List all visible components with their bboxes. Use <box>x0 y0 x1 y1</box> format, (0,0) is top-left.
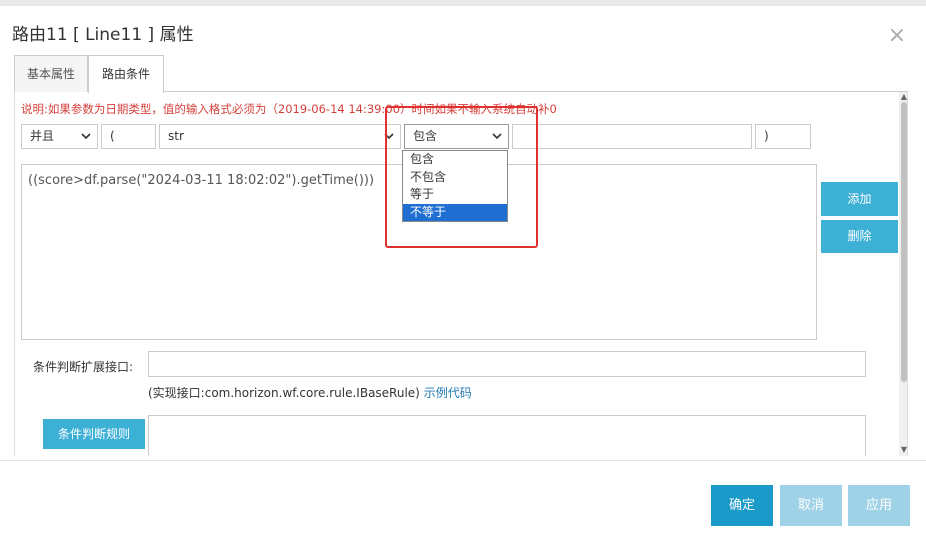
operator-option-not-contains[interactable]: 不包含 <box>403 169 507 187</box>
scrollbar-thumb[interactable] <box>901 102 907 382</box>
left-paren-input[interactable]: ( <box>101 124 156 149</box>
cancel-button[interactable]: 取消 <box>780 485 842 526</box>
extension-hint: (实现接口:com.horizon.wf.core.rule.IBaseRule… <box>148 384 472 401</box>
sample-code-link[interactable]: 示例代码 <box>424 386 472 400</box>
date-format-note: 说明:如果参数为日期类型，值的输入格式必须为（2019-06-14 14:39:… <box>21 102 557 116</box>
apply-button[interactable]: 应用 <box>848 485 910 526</box>
right-paren-value: ) <box>764 129 769 143</box>
chevron-down-icon <box>81 131 91 141</box>
panel-scrollbar[interactable]: ▲ ▼ <box>899 92 907 456</box>
operator-option-not-equals[interactable]: 不等于 <box>403 203 507 221</box>
condition-rule-input[interactable] <box>148 415 866 456</box>
logic-select[interactable]: 并且 <box>21 124 98 149</box>
variable-select-value: str <box>168 129 184 143</box>
ok-button[interactable]: 确定 <box>711 485 773 526</box>
scroll-down-icon[interactable]: ▼ <box>900 446 907 454</box>
extension-interface-input[interactable] <box>148 351 866 377</box>
dialog-footer: 确定 取消 应用 <box>0 460 926 540</box>
operator-dropdown-list: 包含 不包含 等于 不等于 <box>402 150 508 222</box>
operator-select-value: 包含 <box>413 129 438 143</box>
extension-label: 条件判断扩展接口: <box>33 360 134 374</box>
tab-basic-properties[interactable]: 基本属性 <box>14 55 88 92</box>
left-paren-value: ( <box>110 129 115 143</box>
condition-rule-button[interactable]: 条件判断规则 <box>43 419 145 449</box>
compare-value-input[interactable] <box>512 124 752 149</box>
extension-hint-text: (实现接口:com.horizon.wf.core.rule.IBaseRule… <box>148 386 420 400</box>
properties-dialog: 路由11 [ Line11 ] 属性 × 基本属性 路由条件 说明:如果参数为日… <box>0 6 926 540</box>
chevron-down-icon <box>384 131 394 141</box>
operator-option-equals[interactable]: 等于 <box>403 186 507 204</box>
close-icon[interactable]: × <box>886 25 908 48</box>
logic-select-value: 并且 <box>30 129 55 143</box>
tab-bar: 基本属性 路由条件 <box>14 55 908 93</box>
chevron-down-icon <box>492 131 502 141</box>
operator-select[interactable]: 包含 <box>404 124 509 149</box>
variable-select[interactable]: str <box>159 124 401 149</box>
add-button[interactable]: 添加 <box>821 182 898 216</box>
scroll-up-icon[interactable]: ▲ <box>900 93 907 101</box>
right-paren-input[interactable]: ) <box>755 124 811 149</box>
operator-option-contains[interactable]: 包含 <box>403 151 507 169</box>
tab-route-conditions[interactable]: 路由条件 <box>88 55 164 93</box>
dialog-title: 路由11 [ Line11 ] 属性 <box>12 25 194 45</box>
condition-expression-text: ((score>df.parse("2024-03-11 18:02:02").… <box>28 173 375 188</box>
delete-button[interactable]: 删除 <box>821 220 898 253</box>
route-conditions-panel: 说明:如果参数为日期类型，值的输入格式必须为（2019-06-14 14:39:… <box>14 92 908 456</box>
